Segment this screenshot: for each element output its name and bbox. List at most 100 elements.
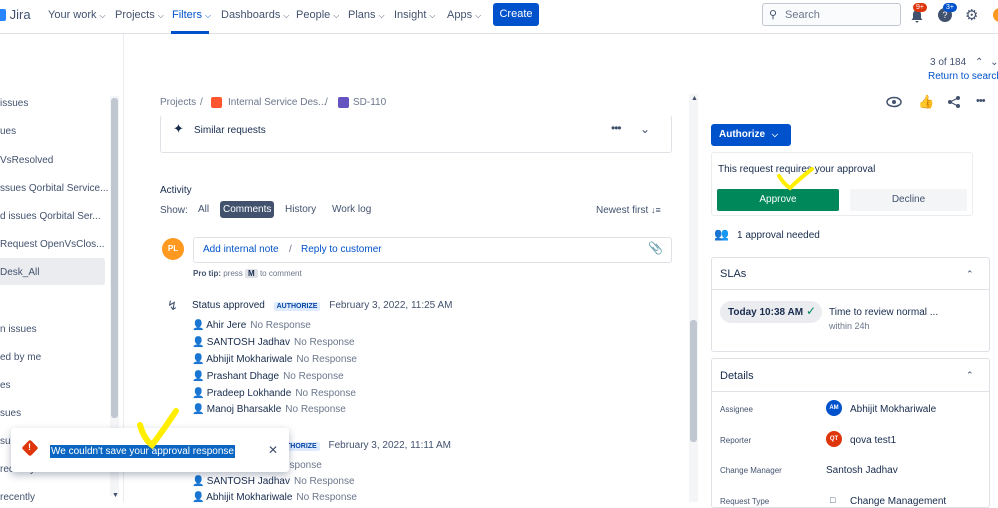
request-type-icon: □ <box>830 495 836 505</box>
notifications-badge: 9+ <box>913 3 927 12</box>
sla-goal: Time to review normal ... <box>829 307 939 318</box>
panel-divider <box>711 391 990 392</box>
approve-button[interactable]: Approve <box>717 189 839 211</box>
authorize-button[interactable]: Authorize ⌵ <box>711 124 791 146</box>
nav-your-work-label: Your work <box>48 9 97 21</box>
reply-to-customer-link[interactable]: Reply to customer <box>301 244 382 255</box>
person-icon: 👤 <box>192 492 205 503</box>
person-icon: 👤 <box>192 404 205 415</box>
chevron-up-icon[interactable]: ⌃ <box>975 57 983 68</box>
nav-dashboards-label: Dashboards <box>221 9 281 21</box>
attachment-icon[interactable]: 📎 <box>648 241 663 255</box>
search-input[interactable]: ⚲ Search <box>762 3 901 26</box>
sidebar-item[interactable]: Request OpenVsClos... <box>0 239 105 250</box>
nav-your-work[interactable]: Your work ⌵ <box>48 9 106 21</box>
nav-insight[interactable]: Insight ⌵ <box>394 9 436 21</box>
nav-people[interactable]: People ⌵ <box>296 9 339 21</box>
sidebar-item[interactable]: n issues <box>0 324 37 335</box>
settings-button[interactable]: ⚙ <box>965 6 978 24</box>
sidebar-item[interactable]: es <box>0 380 11 391</box>
reporter-value[interactable]: qova test1 <box>850 435 896 446</box>
keyboard-key: M <box>245 269 258 278</box>
tab-comments[interactable]: Comments <box>220 201 275 218</box>
nav-filters-label: Filters <box>172 9 202 21</box>
approver-name: Manoj Bharsakle <box>206 404 282 415</box>
details-title[interactable]: Details <box>720 370 754 382</box>
sidebar-item[interactable]: d issues Qorbital Ser... <box>0 211 101 222</box>
history-date: February 3, 2022, 11:25 AM <box>329 300 453 311</box>
person-icon: 👤 <box>192 320 205 331</box>
history-entry-header: Status approved AUTHORIZE February 3, 20… <box>192 300 452 311</box>
history-date: February 3, 2022, 11:11 AM <box>328 440 451 451</box>
nav-apps[interactable]: Apps ⌵ <box>447 9 481 21</box>
decline-button[interactable]: Decline <box>850 189 967 211</box>
add-internal-note-link[interactable]: Add internal note <box>203 244 279 255</box>
chevron-down-icon: ⌵ <box>99 11 106 20</box>
tab-all[interactable]: All <box>195 201 212 218</box>
close-icon[interactable]: ✕ <box>268 443 278 457</box>
sidebar-item[interactable]: issues <box>0 98 28 109</box>
approver-row: 👤 Abhijit Mokhariwale No Response <box>192 492 357 503</box>
chevron-down-icon: ⌵ <box>378 11 385 20</box>
person-icon: 👤 <box>192 337 205 348</box>
sidebar-item[interactable]: recently <box>0 492 35 503</box>
sidebar-scrollbar-thumb[interactable] <box>111 98 118 418</box>
scroll-up-icon[interactable]: ▲ <box>691 95 698 102</box>
jira-logo[interactable]: Jira <box>0 7 31 22</box>
share-icon[interactable] <box>947 95 961 109</box>
avatar[interactable] <box>993 8 998 22</box>
chevron-up-icon[interactable]: ⌃ <box>966 269 974 280</box>
approver-name: SANTOSH Jadhav <box>206 337 290 348</box>
nav-plans[interactable]: Plans ⌵ <box>348 9 385 21</box>
sort-order-button[interactable]: Newest first ↓≡ <box>596 205 661 216</box>
slas-title[interactable]: SLAs <box>720 268 746 280</box>
breadcrumb-issue-key[interactable]: SD-110 <box>353 97 386 108</box>
breadcrumb-separator: / <box>325 97 328 108</box>
approver-status: No Response <box>295 388 356 399</box>
more-icon[interactable]: ••• <box>611 121 622 135</box>
chevron-up-icon[interactable]: ⌃ <box>966 370 974 381</box>
nav-filters[interactable]: Filters ⌵ <box>172 9 211 21</box>
pro-tip-rest: to comment <box>259 269 302 278</box>
sparkle-icon: ✦ <box>173 121 184 136</box>
chevron-down-icon[interactable]: ⌄ <box>990 57 998 68</box>
change-manager-value[interactable]: Santosh Jadhav <box>826 465 898 476</box>
breadcrumb-projects[interactable]: Projects <box>160 97 196 108</box>
more-icon[interactable]: ••• <box>976 95 986 107</box>
chevron-down-icon: ⌵ <box>204 11 212 20</box>
sidebar-item[interactable]: ssues Qorbital Service... <box>0 183 108 194</box>
sort-icon: ↓≡ <box>651 205 661 215</box>
approver-row: 👤 Ahir Jere No Response <box>192 320 311 331</box>
sidebar-item[interactable]: ues <box>0 126 16 137</box>
person-icon: 👤 <box>192 388 205 399</box>
tab-work-log[interactable]: Work log <box>329 201 374 218</box>
approvals-needed: 1 approval needed <box>737 230 820 241</box>
approver-row: 👤 Pradeep Lokhande No Response <box>192 388 356 399</box>
nav-dashboards[interactable]: Dashboards ⌵ <box>221 9 289 21</box>
check-icon: ✓ <box>806 304 817 318</box>
breadcrumb-service-desk[interactable]: Internal Service Des... <box>228 97 326 108</box>
approver-status: No Response <box>285 404 346 415</box>
create-button[interactable]: Create <box>493 3 539 26</box>
sidebar-item[interactable]: sues <box>0 408 21 419</box>
main-scrollbar-thumb[interactable] <box>690 320 697 442</box>
assignee-value[interactable]: Abhijit Mokhariwale <box>850 404 936 415</box>
chevron-down-icon[interactable]: ⌄ <box>640 122 650 136</box>
approvers-icon: 👥 <box>714 227 729 241</box>
jira-logo-icon <box>0 9 6 21</box>
return-to-search-link[interactable]: Return to search <box>928 71 998 82</box>
nav-projects[interactable]: Projects ⌵ <box>115 9 164 21</box>
sidebar-item[interactable]: VsResolved <box>0 155 53 166</box>
approver-status: No Response <box>293 476 355 487</box>
scroll-down-icon[interactable]: ▼ <box>112 492 119 499</box>
sidebar-item[interactable]: ed by me <box>0 352 41 363</box>
checkmark-annotation <box>137 408 179 449</box>
chevron-down-icon: ⌵ <box>429 11 436 20</box>
approver-status: No Response <box>250 320 311 331</box>
sidebar-item-active[interactable]: Desk_All <box>0 267 39 278</box>
tab-history[interactable]: History <box>282 201 319 218</box>
jira-logo-text: Jira <box>9 7 31 22</box>
watch-icon[interactable] <box>886 96 902 108</box>
reporter-label: Reporter <box>720 436 752 445</box>
thumbs-up-icon[interactable]: 👍 <box>918 94 934 110</box>
